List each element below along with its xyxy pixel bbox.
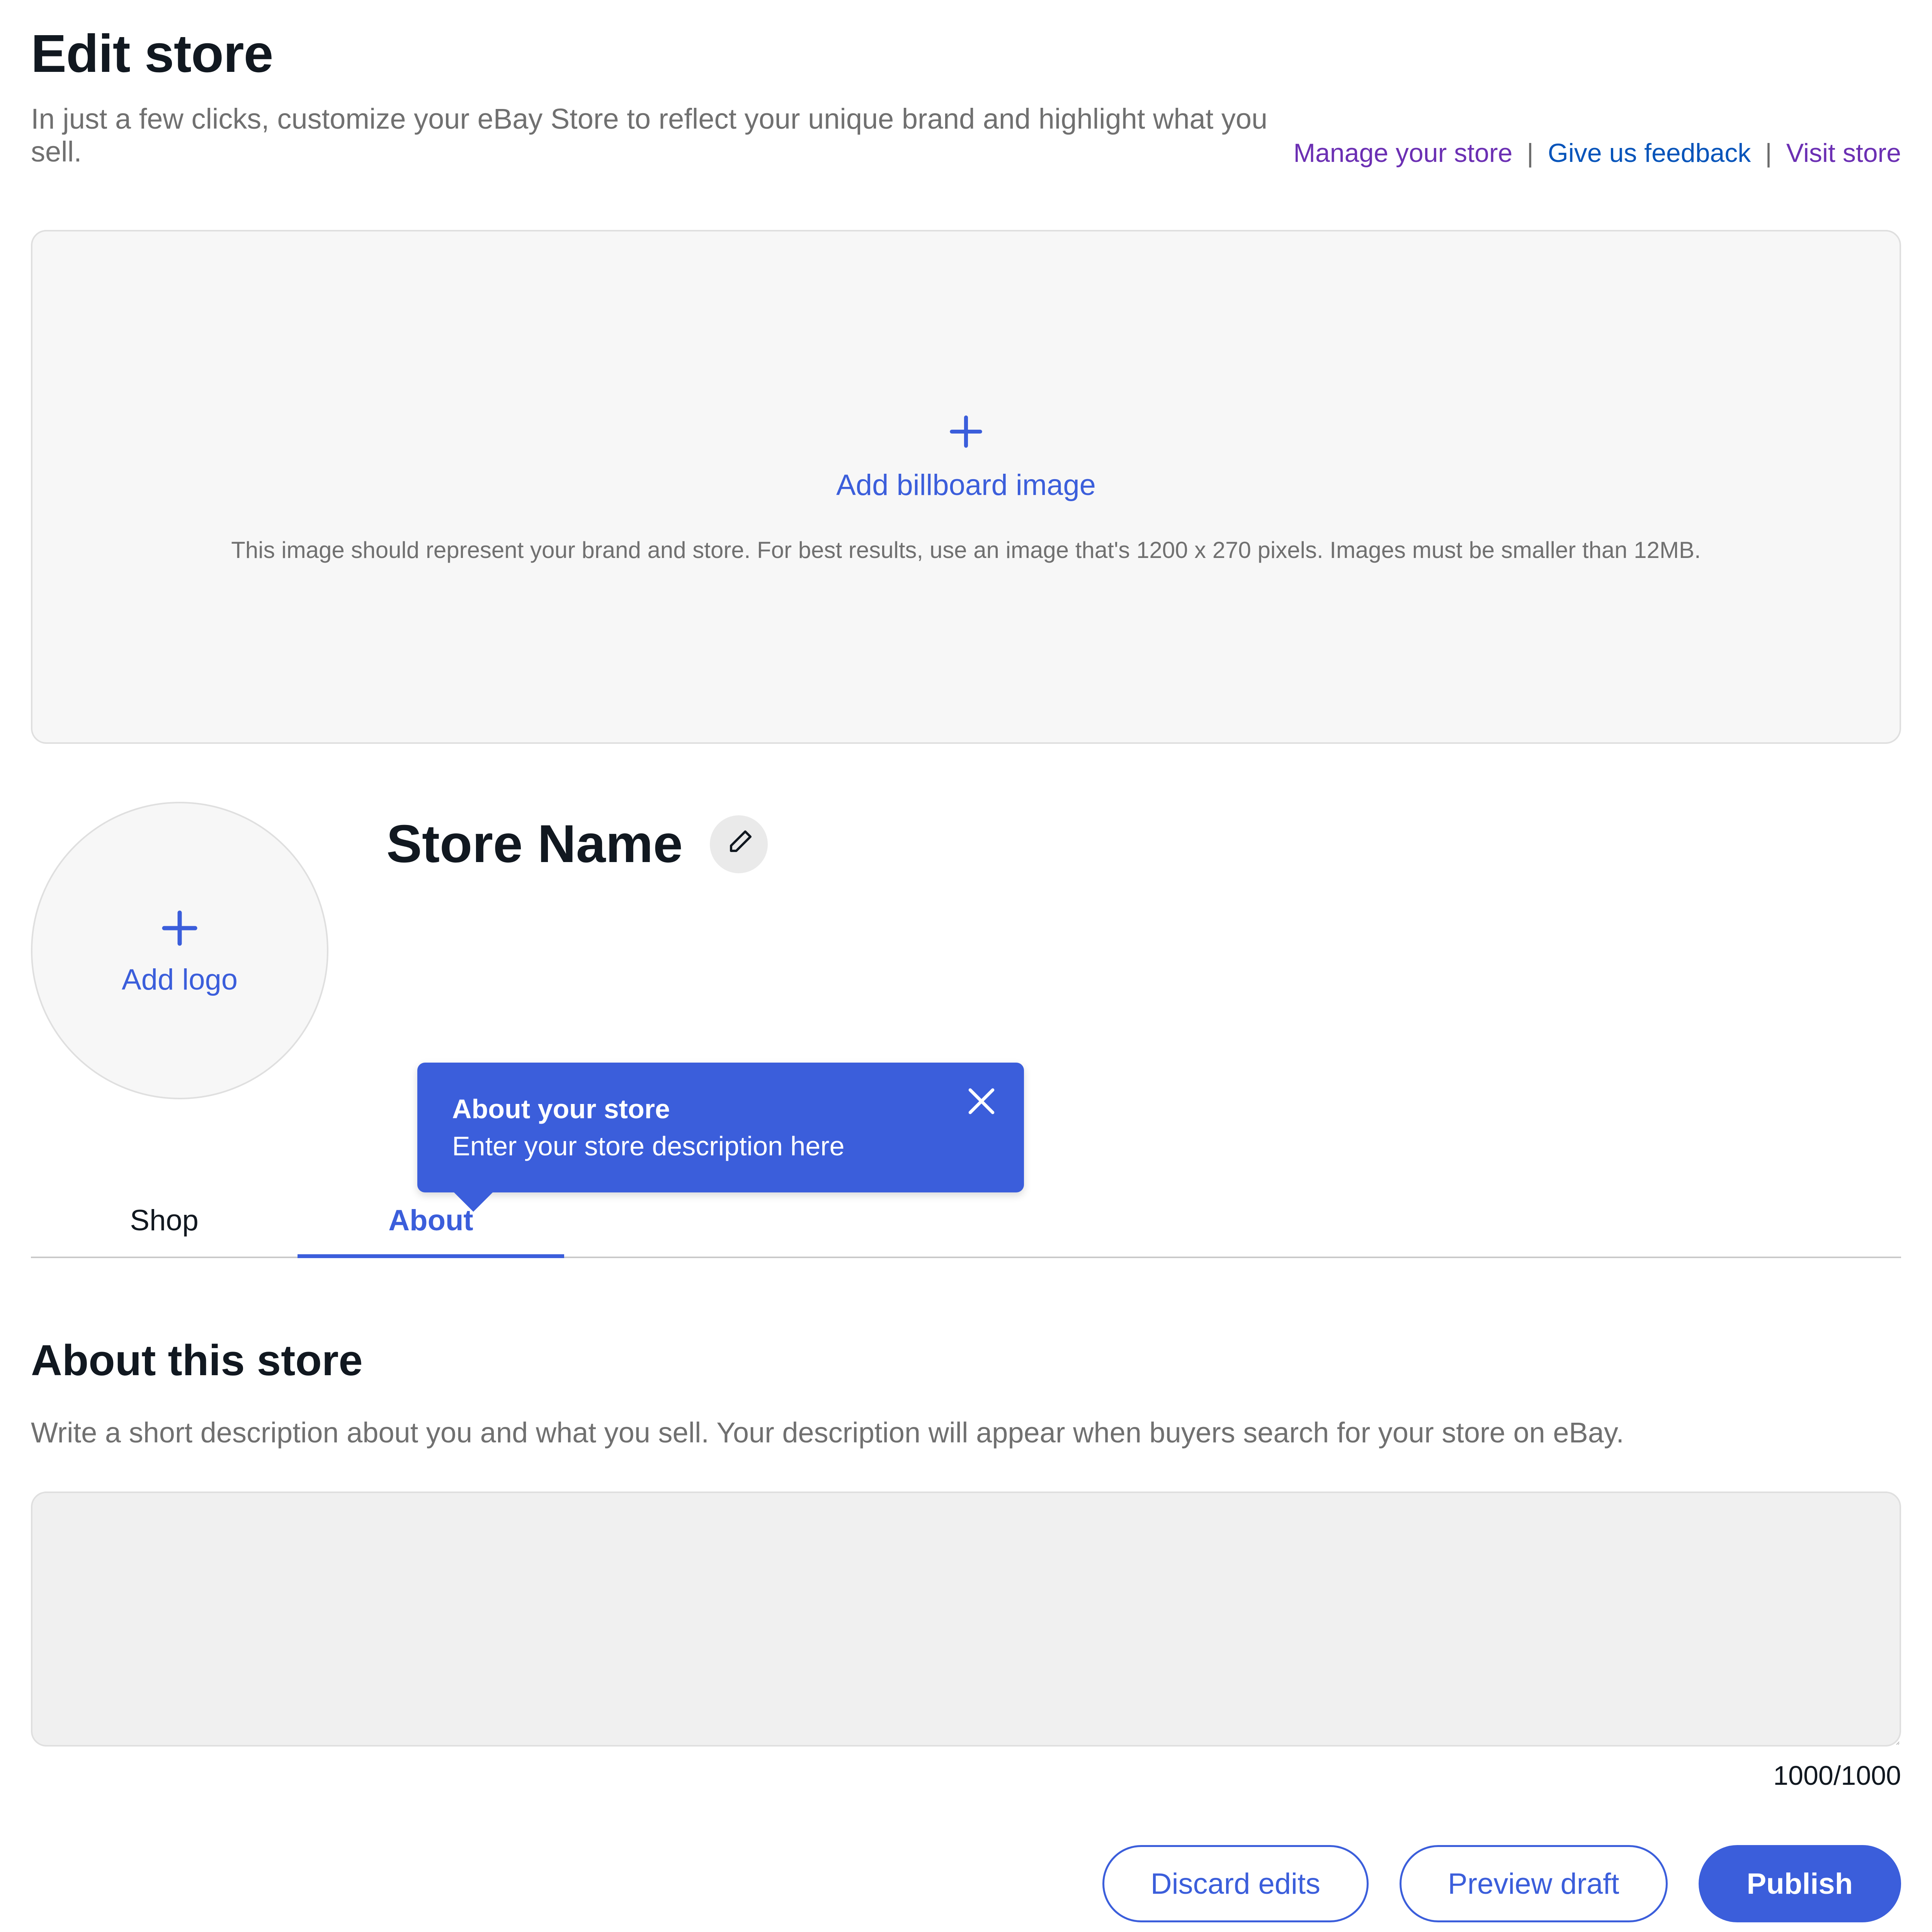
tooltip-body: Enter your store description here <box>452 1131 989 1162</box>
header-links: Manage your store | Give us feedback | V… <box>1293 138 1901 168</box>
store-name: Store Name <box>386 813 683 875</box>
tab-about[interactable]: About <box>298 1188 564 1257</box>
pencil-icon <box>723 828 754 861</box>
separator: | <box>1765 138 1772 168</box>
add-billboard-image-area[interactable]: Add billboard image This image should re… <box>31 230 1901 744</box>
discard-edits-button[interactable]: Discard edits <box>1102 1845 1369 1922</box>
plus-icon <box>156 905 203 951</box>
publish-button[interactable]: Publish <box>1699 1845 1901 1922</box>
edit-store-name-button[interactable] <box>710 815 768 873</box>
about-subheading: Write a short description about you and … <box>31 1416 1901 1449</box>
separator: | <box>1527 138 1534 168</box>
page-title: Edit store <box>31 23 1901 85</box>
give-feedback-link[interactable]: Give us feedback <box>1548 138 1751 168</box>
tab-bar: Shop About <box>31 1188 1901 1258</box>
visit-store-link[interactable]: Visit store <box>1786 138 1901 168</box>
manage-store-link[interactable]: Manage your store <box>1293 138 1512 168</box>
store-description-input[interactable] <box>31 1492 1901 1747</box>
plus-icon <box>945 410 987 453</box>
tooltip-title: About your store <box>452 1094 989 1124</box>
about-tooltip: About your store Enter your store descri… <box>417 1063 1024 1192</box>
billboard-hint: This image should represent your brand a… <box>231 537 1701 563</box>
close-icon <box>962 1116 1001 1122</box>
add-logo-label: Add logo <box>122 963 238 997</box>
page-subtitle: In just a few clicks, customize your eBa… <box>31 102 1293 168</box>
add-logo-area[interactable]: Add logo <box>31 802 328 1099</box>
character-counter: 1000/1000 <box>1773 1760 1901 1791</box>
tab-shop[interactable]: Shop <box>31 1188 298 1257</box>
add-billboard-label: Add billboard image <box>836 468 1096 502</box>
tooltip-close-button[interactable] <box>962 1082 1001 1122</box>
about-heading: About this store <box>31 1335 1901 1385</box>
preview-draft-button[interactable]: Preview draft <box>1400 1845 1668 1922</box>
